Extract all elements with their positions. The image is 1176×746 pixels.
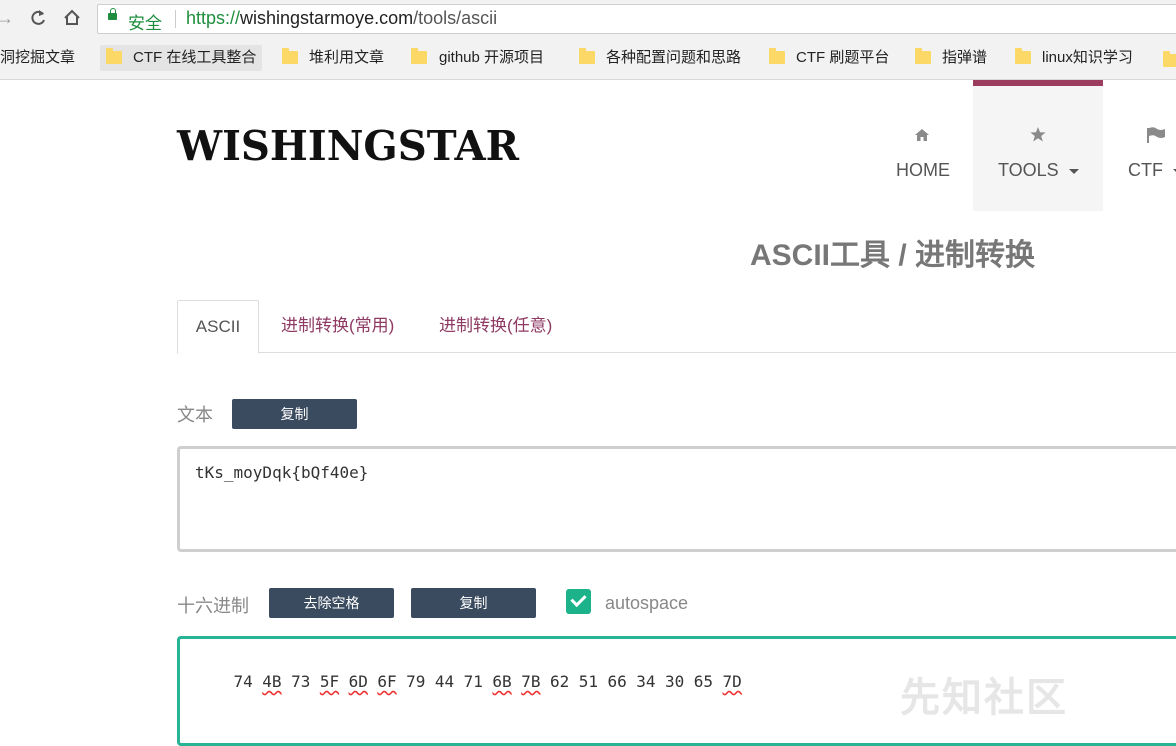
bookmark-item[interactable]: 堆利用文章 <box>281 45 384 71</box>
text-label: 文本 <box>177 405 213 425</box>
copy-hex-button[interactable]: 复制 <box>411 588 536 618</box>
hex-token: 44 <box>434 672 455 691</box>
url-path: /tools/ascii <box>413 8 498 28</box>
tab-base-common[interactable]: 进制转换(常用) <box>281 300 394 352</box>
hex-token: 5F <box>319 672 340 691</box>
nav-label: CTF <box>1128 160 1176 181</box>
hex-token: 62 <box>549 672 570 691</box>
bookmark-item[interactable]: github 开源项目 <box>410 45 544 71</box>
bookmark-label: github 开源项目 <box>439 49 545 66</box>
nav-home[interactable]: HOME <box>880 80 964 211</box>
text-value: tKs_moyDqk{bQf40e} <box>195 463 369 482</box>
nav-label: TOOLS <box>998 160 1079 181</box>
autospace-label[interactable]: autospace <box>605 593 688 614</box>
nav-label: HOME <box>896 160 950 180</box>
forward-icon[interactable]: → <box>0 8 14 29</box>
bookmark-label: 各种配置问题和思路 <box>606 49 742 66</box>
omnibox-divider <box>175 10 176 28</box>
reload-icon[interactable] <box>28 6 48 30</box>
home-page-icon[interactable] <box>62 6 82 30</box>
hex-label: 十六进制 <box>177 596 249 616</box>
hex-token: 6D <box>348 672 368 691</box>
folder-icon <box>769 48 785 64</box>
hex-token: 4B <box>262 672 282 691</box>
folder-icon <box>411 48 427 64</box>
folder-icon <box>282 48 298 64</box>
bookmark-label: linux知识学习 <box>1042 49 1133 66</box>
hex-token: 6B <box>492 672 512 691</box>
star-icon <box>1030 127 1046 142</box>
folder-icon[interactable] <box>1163 51 1176 67</box>
url-text[interactable]: https://wishingstarmoye.com/tools/ascii <box>186 8 497 29</box>
site-logo[interactable]: WISHINGSTAR <box>177 122 519 170</box>
hex-value: 74 4B 73 5F 6D 6F 79 44 71 6B 7B 62 51 66 34 30 65 7D <box>195 653 751 710</box>
hex-token: 7D <box>722 672 742 691</box>
folder-icon <box>915 48 931 64</box>
bookmark-label: 堆利用文章 <box>309 49 385 66</box>
nav-tools[interactable]: TOOLS <box>973 80 1103 211</box>
tabs-divider <box>177 352 1176 353</box>
hex-token: 34 <box>636 672 656 691</box>
hex-token: 71 <box>463 672 483 691</box>
address-bar[interactable]: 安全 https://wishingstarmoye.com/tools/asc… <box>97 4 1176 34</box>
bookmark-item[interactable]: 各种配置问题和思路 <box>578 45 741 71</box>
hex-token: 74 <box>233 672 253 691</box>
hex-token: 73 <box>291 672 311 691</box>
bookmarks-bar: 洞挖掘文章 CTF 在线工具整合 堆利用文章 github 开源项目 各种配置问… <box>0 38 1176 80</box>
bookmark-label: CTF 刷题平台 <box>796 49 890 66</box>
bookmark-item[interactable]: CTF 在线工具整合 <box>100 45 263 71</box>
hex-token: 7B <box>521 672 541 691</box>
remove-spaces-button[interactable]: 去除空格 <box>269 588 394 618</box>
copy-text-button[interactable]: 复制 <box>232 399 357 429</box>
text-input[interactable]: tKs_moyDqk{bQf40e} <box>177 446 1176 552</box>
nav-label-text: CTF <box>1128 160 1163 180</box>
folder-icon <box>579 48 595 64</box>
hex-token: 65 <box>693 672 714 691</box>
url-host: wishingstarmoye.com <box>240 8 414 28</box>
watermark: 先知社区 <box>900 676 1068 720</box>
autospace-checkbox[interactable] <box>566 589 591 614</box>
secure-label: 安全 <box>128 14 162 33</box>
bookmark-item[interactable]: 洞挖掘文章 <box>0 45 75 71</box>
hex-token: 6F <box>377 672 397 691</box>
hex-token: 51 <box>578 672 598 691</box>
tab-ascii[interactable]: ASCII <box>177 300 259 354</box>
page-title: ASCII工具 / 进制转换 <box>750 239 1036 272</box>
url-scheme: https:// <box>186 8 241 28</box>
folder-icon <box>1015 48 1031 64</box>
browser-toolbar: → 安全 https://wishingstarmoye.com/tools/a… <box>0 0 1176 38</box>
bookmark-label: 指弹谱 <box>942 49 988 66</box>
nav-label-text: TOOLS <box>998 160 1059 180</box>
bookmark-label: 洞挖掘文章 <box>0 49 76 66</box>
hex-token: 30 <box>665 672 685 691</box>
caret-down-icon <box>1068 168 1079 174</box>
flag-icon <box>1147 127 1165 143</box>
bookmark-item[interactable]: 指弹谱 <box>914 45 987 71</box>
bookmark-item[interactable]: linux知识学习 <box>1014 45 1133 71</box>
nav-ctf[interactable]: CTF <box>1110 80 1176 211</box>
hex-token: 79 <box>406 672 426 691</box>
folder-icon <box>106 48 122 64</box>
hex-token: 66 <box>607 672 627 691</box>
lock-icon <box>108 8 117 20</box>
tab-base-any[interactable]: 进制转换(任意) <box>439 300 552 352</box>
bookmark-label: CTF 在线工具整合 <box>133 49 257 66</box>
bookmark-item[interactable]: CTF 刷题平台 <box>768 45 889 71</box>
home-icon <box>915 129 929 141</box>
